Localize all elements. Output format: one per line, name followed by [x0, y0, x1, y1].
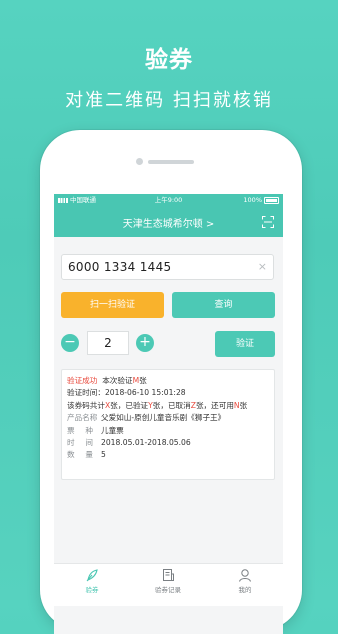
product-key: 产品名称 — [67, 413, 98, 423]
nav-bar: 天津生态城希尔顿 > — [54, 207, 283, 237]
voucher-code-input[interactable]: 6000 1334 1445 × — [61, 254, 274, 280]
result-text: 本次验证 — [102, 376, 133, 385]
phone-speaker — [148, 160, 194, 164]
status-battery: 100% — [243, 194, 279, 207]
status-bar: 中国联通 上午9:00 100% — [54, 194, 283, 207]
ticket-type-value: 儿童票 — [101, 425, 124, 435]
verify-time-line: 验证时间：2018-06-10 15:01:28 — [67, 388, 186, 398]
verify-button[interactable]: 验证 — [215, 331, 275, 357]
record-icon — [163, 569, 174, 581]
phone-camera — [136, 158, 143, 165]
battery-icon — [264, 196, 279, 204]
time-row: 时间 2018.05.01-2018.05.06 — [67, 437, 269, 449]
scan-verify-button[interactable]: 扫一扫验证 — [61, 292, 164, 318]
time-key: 时间 — [67, 437, 93, 447]
ticket-type-row: 票种 儿童票 — [67, 425, 269, 437]
user-icon — [239, 569, 251, 582]
result-status-line: 验证成功 本次验证M张 — [67, 375, 269, 387]
tab-verify[interactable]: 验券 — [54, 568, 130, 594]
product-value: 父爱如山-原创儿童音乐剧《狮子王》 — [101, 413, 226, 423]
app-screen: 中国联通 上午9:00 100% 天津生态城希尔顿 > 6000 1334 14… — [54, 194, 283, 634]
tab-mine[interactable]: 我的 — [207, 568, 283, 594]
plus-button[interactable]: + — [136, 334, 154, 352]
quantity-value: 5 — [101, 450, 106, 460]
hero-subtitle: 对准二维码 扫扫就核销 — [65, 90, 273, 111]
query-button[interactable]: 查询 — [172, 292, 275, 318]
scan-icon[interactable] — [262, 216, 274, 228]
store-selector[interactable]: 天津生态城希尔顿 > — [54, 215, 283, 230]
product-name-row: 产品名称 父爱如山-原创儿童音乐剧《狮子王》 — [67, 412, 269, 424]
result-text: 张 — [139, 376, 147, 385]
success-label: 验证成功 — [67, 376, 98, 385]
minus-button[interactable]: − — [61, 334, 79, 352]
feather-icon — [86, 569, 98, 582]
verification-result-card: 验证成功 本次验证M张 验证时间：2018-06-10 15:01:28 该券码… — [61, 369, 275, 480]
ticket-type-key: 票种 — [67, 425, 93, 435]
quantity-input[interactable]: 2 — [87, 331, 129, 355]
quantity-row: 数量 5 — [67, 449, 269, 461]
quantity-key: 数量 — [67, 450, 93, 460]
voucher-summary-line: 该券码共计X张，已验证Y张，已取消Z张，还可用N张 — [67, 400, 248, 410]
time-value: 2018.05.01-2018.05.06 — [101, 437, 191, 447]
tab-records[interactable]: 验券记录 — [130, 568, 206, 594]
clear-icon[interactable]: × — [258, 261, 267, 273]
phone-frame: 中国联通 上午9:00 100% 天津生态城希尔顿 > 6000 1334 14… — [40, 130, 302, 634]
hero-title: 验券 — [145, 47, 193, 73]
voucher-code-value: 6000 1334 1445 — [68, 260, 172, 274]
